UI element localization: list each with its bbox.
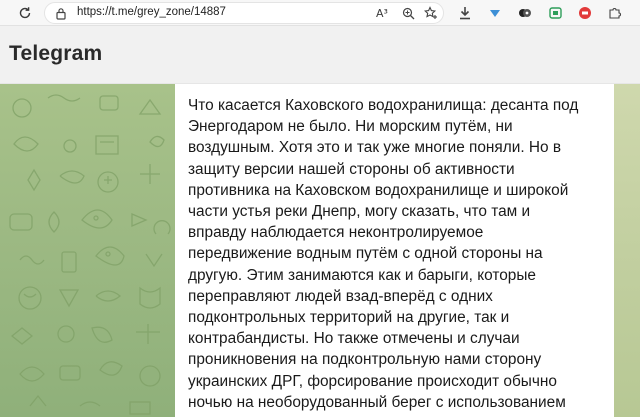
message-line: Энергодаром не было. Ни морским путём, н… — [188, 118, 513, 136]
doodle-pattern — [9, 94, 171, 415]
message-line: проникновения на подконтрольную нами сто… — [188, 351, 542, 369]
message-line: переправляют людей взад-вперёд с одних — [188, 287, 493, 305]
message-card: Что касается Каховского водохранилища: д… — [175, 84, 614, 417]
message-line: противника на Каховском водохранилище и … — [188, 181, 569, 199]
message-line: контрабандисты. Но также отмечены и случ… — [188, 330, 520, 348]
refresh-icon[interactable] — [16, 4, 34, 22]
extension-icon[interactable] — [486, 4, 504, 22]
read-aloud-icon[interactable]: A³ — [373, 4, 391, 22]
browser-toolbar: https://t.me/grey_zone/14887 A³ — [0, 0, 640, 26]
telegram-header: Telegram — [0, 26, 640, 84]
message-line: Что касается Каховского водохранилища: д… — [188, 97, 579, 114]
message-line: украинских ДРГ, форсирование происходит … — [188, 372, 557, 390]
extensions-puzzle-icon[interactable] — [606, 4, 624, 22]
extension-badge-icon[interactable] — [546, 4, 564, 22]
extension-red-icon[interactable] — [576, 4, 594, 22]
message-line: ночью на необорудованный берег с использ… — [188, 393, 566, 411]
zoom-icon[interactable] — [399, 4, 417, 22]
message-line: подконтрольных территорий на другие, так… — [188, 309, 510, 327]
message-line: защиту версии нашей стороны об активност… — [188, 160, 515, 178]
address-bar[interactable]: https://t.me/grey_zone/14887 A³ — [44, 2, 444, 24]
wallet-icon[interactable] — [516, 4, 534, 22]
favorites-icon[interactable] — [422, 4, 440, 22]
message-line: вправду наблюдается неконтролируемое — [188, 224, 484, 242]
message-text: Что касается Каховского водохранилища: д… — [188, 95, 612, 413]
url-text: https://t.me/grey_zone/14887 — [77, 6, 226, 18]
page-title: Telegram — [9, 42, 103, 65]
download-icon[interactable] — [456, 4, 474, 22]
message-line: другую. Этим занимаются как и барыги, ко… — [188, 266, 536, 284]
chat-background-pattern — [0, 84, 175, 417]
message-line: воздушным. Хотя это и так уже многие пон… — [188, 139, 562, 157]
chat-background-right — [614, 84, 640, 417]
message-line: части устья реки Днепр, могу сказать, чт… — [188, 203, 531, 221]
message-line: передвижение водным путём с одной сторон… — [188, 245, 543, 263]
lock-icon[interactable] — [55, 7, 67, 20]
